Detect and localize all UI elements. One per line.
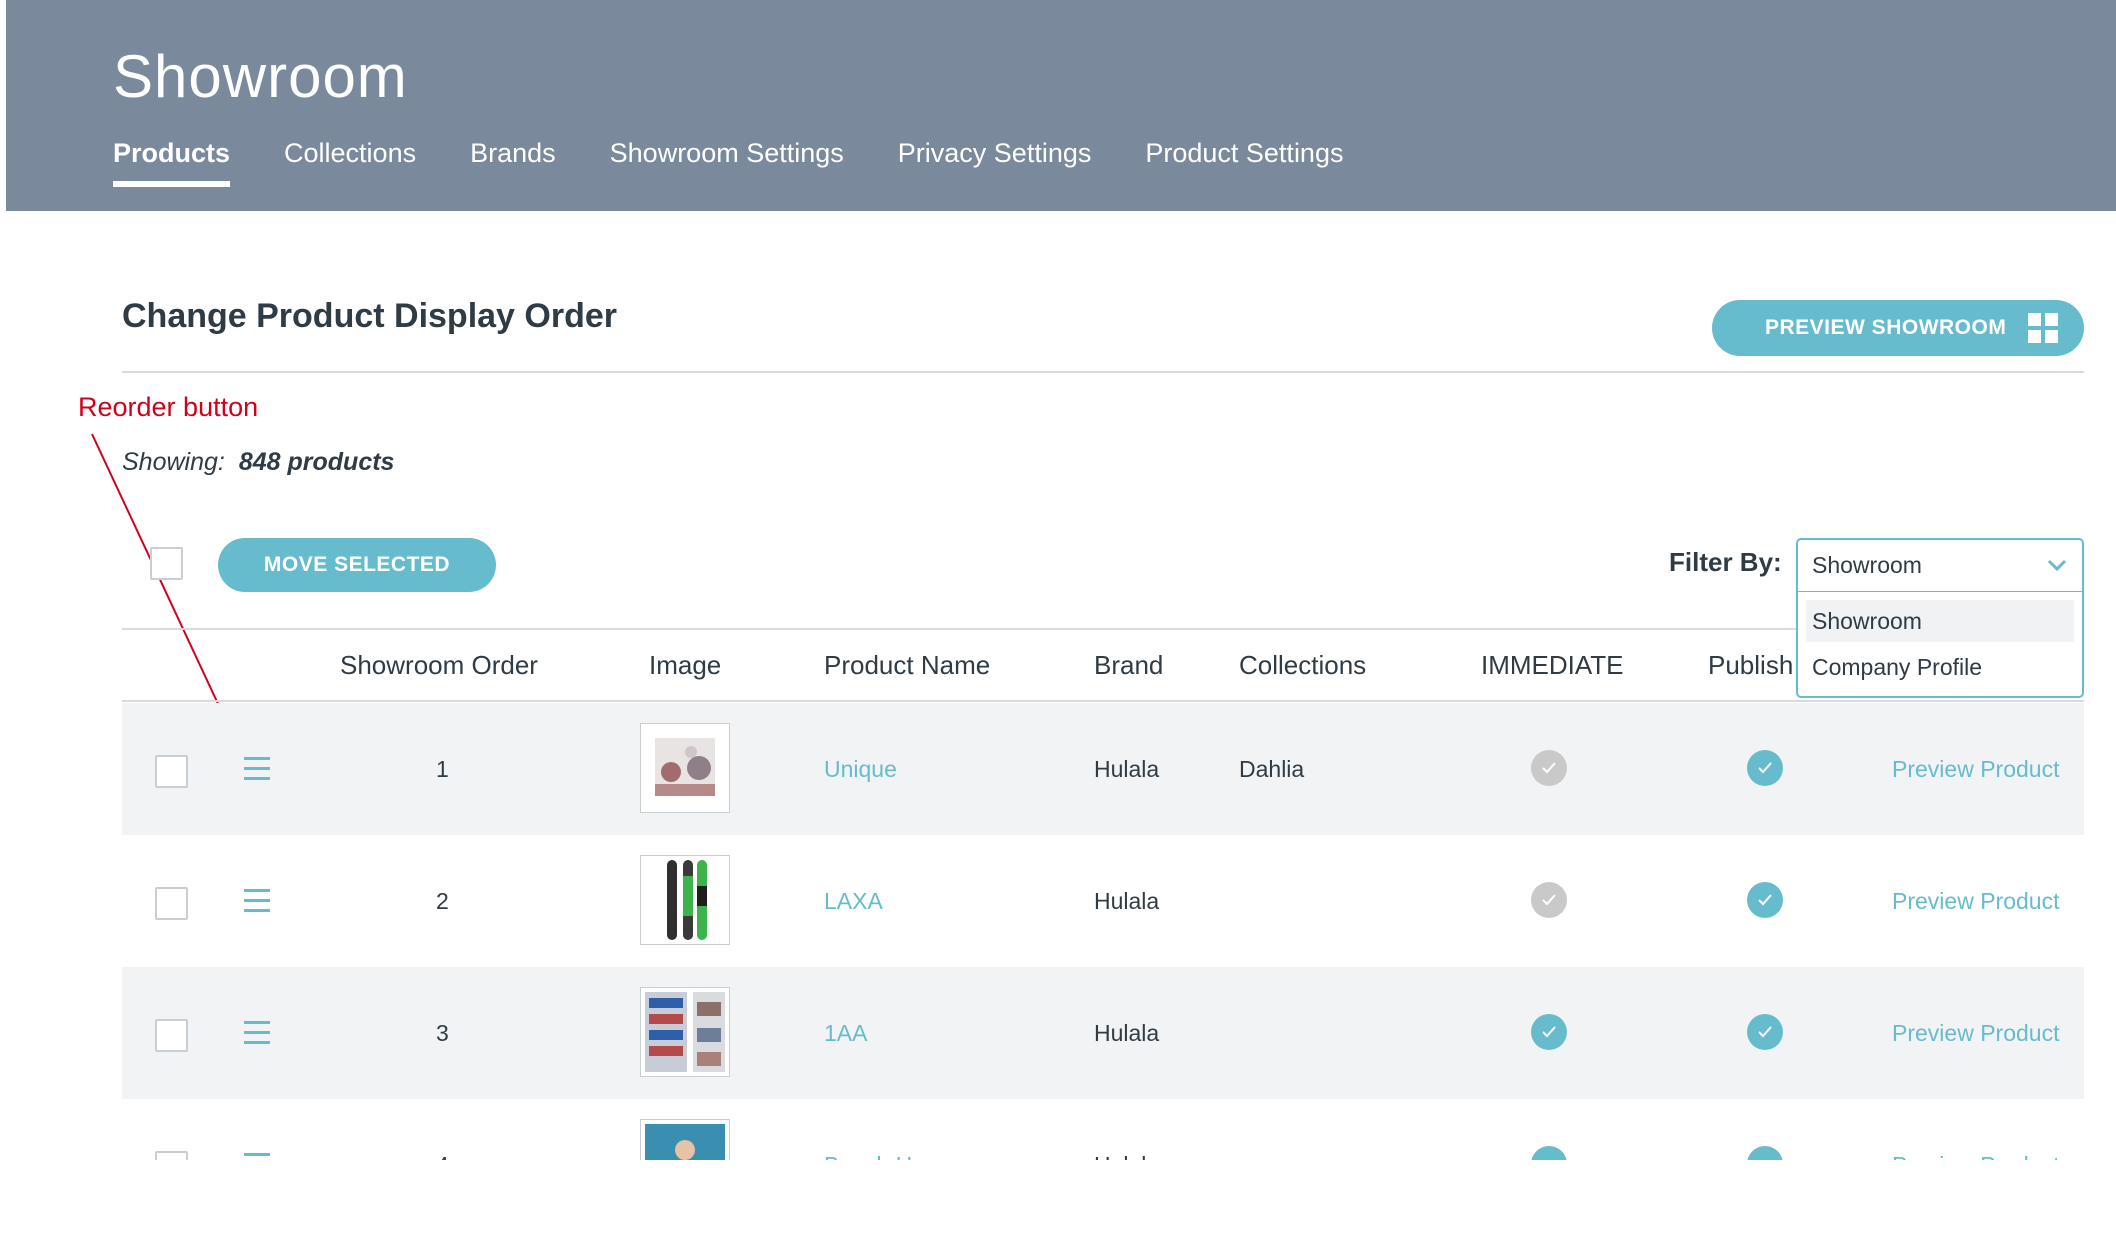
col-image: Image xyxy=(649,650,722,680)
annotation-label: Reorder button xyxy=(78,392,259,422)
preview-showroom-label: PREVIEW SHOWROOM xyxy=(1765,316,2007,339)
table-header: Showroom Order Image Product Name Brand … xyxy=(122,628,2084,702)
drag-handle-icon[interactable] xyxy=(244,757,270,781)
row-order: 1 xyxy=(436,756,449,782)
filter-label: Filter By: xyxy=(1669,547,1782,577)
row-order: 2 xyxy=(436,888,449,914)
drag-handle-icon[interactable] xyxy=(244,1021,270,1045)
filter-option-showroom[interactable]: Showroom xyxy=(1806,600,2074,642)
tab-product-settings[interactable]: Product Settings xyxy=(1145,138,1343,187)
product-name-link[interactable]: 1AA xyxy=(824,1020,867,1047)
showing-count: 848 products xyxy=(238,448,395,476)
showing-summary: Showing: 848 products xyxy=(122,448,394,477)
table-row: 3 1AA Hulala Preview Product xyxy=(122,967,2084,1099)
row-checkbox[interactable] xyxy=(155,1019,188,1052)
page-header-title: Showroom xyxy=(113,43,408,110)
showing-label: Showing: xyxy=(122,448,225,476)
col-immediate[interactable]: IMMEDIATE xyxy=(1481,650,1624,681)
check-circle-icon[interactable] xyxy=(1531,1014,1567,1050)
select-all-checkbox[interactable] xyxy=(150,547,183,580)
tab-collections[interactable]: Collections xyxy=(284,138,416,187)
check-circle-icon[interactable] xyxy=(1531,750,1567,786)
product-thumbnail xyxy=(640,855,730,945)
preview-product-link[interactable]: Preview Product xyxy=(1892,1020,2059,1047)
section-divider xyxy=(122,371,2084,373)
row-order: 3 xyxy=(436,1020,449,1046)
product-thumbnail xyxy=(640,723,730,813)
filter-selected[interactable]: Showroom xyxy=(1798,540,2082,592)
check-circle-icon[interactable] xyxy=(1531,882,1567,918)
table-row: 2 LAXA Hulala Preview Product xyxy=(122,835,2084,967)
row-brand: Hulala xyxy=(1094,888,1160,914)
col-showroom-order[interactable]: Showroom Order xyxy=(340,650,538,681)
product-thumbnail xyxy=(640,987,730,1077)
row-checkbox[interactable] xyxy=(155,887,188,920)
preview-product-link[interactable]: Preview Product xyxy=(1892,888,2059,915)
col-collections[interactable]: Collections xyxy=(1239,650,1366,681)
col-publish[interactable]: Publish xyxy=(1708,650,1793,681)
tab-products[interactable]: Products xyxy=(113,138,231,187)
section-title: Change Product Display Order xyxy=(122,297,617,335)
product-name-link[interactable]: Unique xyxy=(824,756,897,783)
col-brand[interactable]: Brand xyxy=(1094,650,1163,681)
app-header: Showroom Products Collections Brands Sho… xyxy=(6,0,2116,211)
check-circle-icon[interactable] xyxy=(1747,882,1783,918)
filter-dropdown[interactable]: Showroom Showroom Company Profile xyxy=(1796,538,2084,698)
chevron-down-icon xyxy=(2047,559,2067,572)
tab-showroom-settings[interactable]: Showroom Settings xyxy=(610,138,844,187)
check-circle-icon[interactable] xyxy=(1747,750,1783,786)
check-circle-icon[interactable] xyxy=(1747,1014,1783,1050)
grid-icon xyxy=(2028,313,2058,343)
header-tabs: Products Collections Brands Showroom Set… xyxy=(113,138,1397,187)
row-brand: Hulala xyxy=(1094,1020,1160,1046)
row-brand: Hulala xyxy=(1094,756,1160,782)
move-selected-button[interactable]: MOVE SELECTED xyxy=(218,538,496,592)
preview-showroom-button[interactable]: PREVIEW SHOWROOM xyxy=(1712,300,2084,356)
filter-selected-value: Showroom xyxy=(1812,552,1922,578)
viewport-cutoff xyxy=(0,1160,2116,1256)
tab-privacy-settings[interactable]: Privacy Settings xyxy=(898,138,1092,187)
product-name-link[interactable]: LAXA xyxy=(824,888,883,915)
drag-handle-icon[interactable] xyxy=(244,889,270,913)
row-checkbox[interactable] xyxy=(155,755,188,788)
col-product-name[interactable]: Product Name xyxy=(824,650,990,681)
table-row: 1 Unique Hulala Dahlia Preview Product xyxy=(122,703,2084,835)
tab-brands[interactable]: Brands xyxy=(470,138,556,187)
row-collections: Dahlia xyxy=(1239,756,1305,782)
filter-option-company-profile[interactable]: Company Profile xyxy=(1806,646,2074,688)
preview-product-link[interactable]: Preview Product xyxy=(1892,756,2059,783)
